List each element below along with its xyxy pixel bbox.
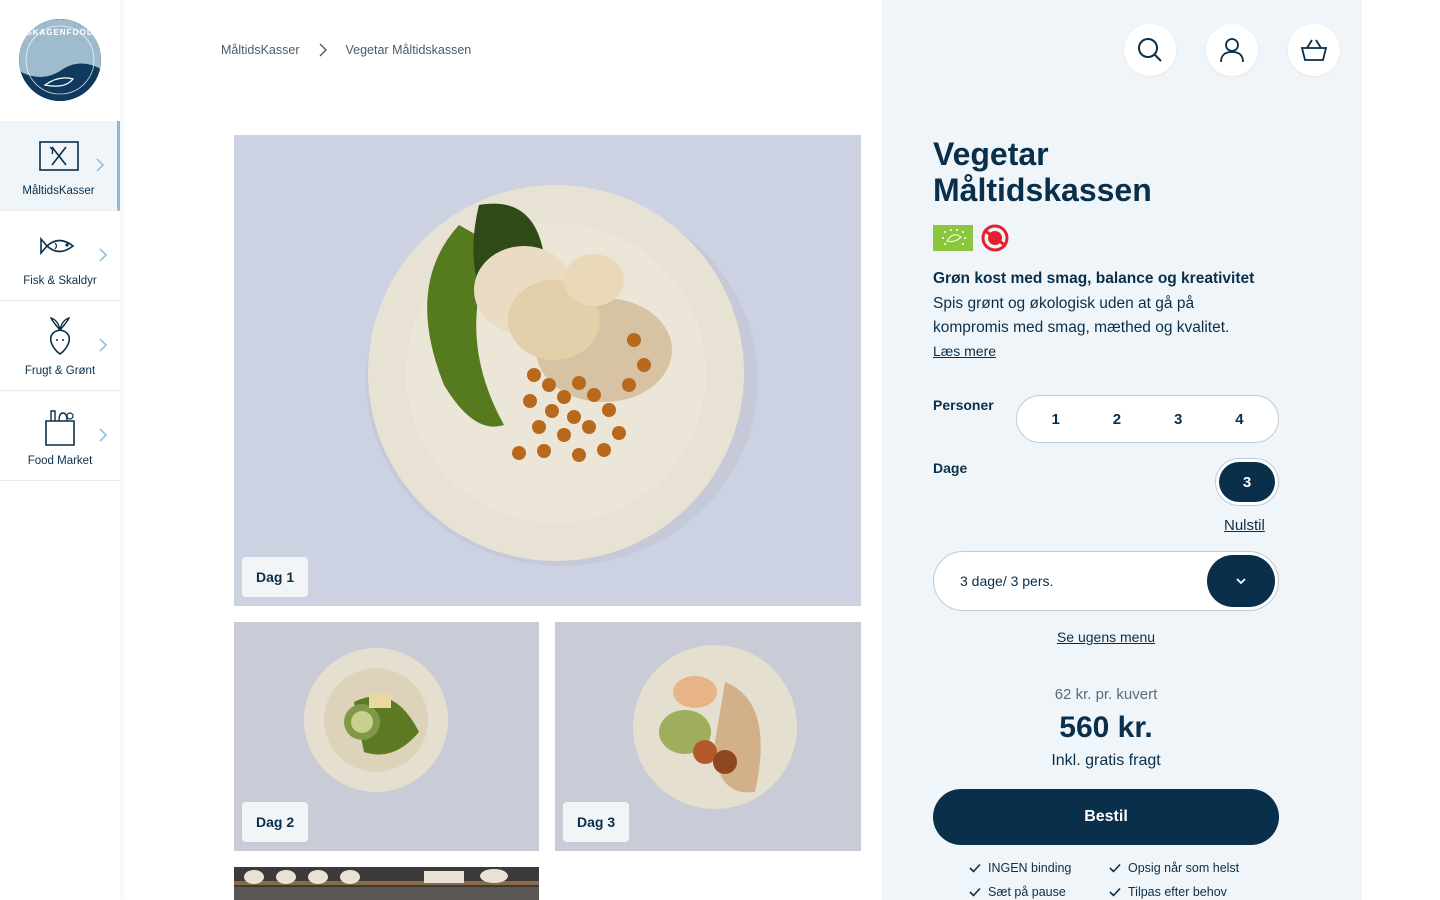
product-image-dag-2[interactable]: Dag 2 [234, 622, 539, 851]
perk-item: Sæt på pause [969, 885, 1109, 899]
product-image-dag-3[interactable]: Dag 3 [555, 622, 861, 851]
package-select-value: 3 dage/ 3 pers. [960, 573, 1054, 589]
product-tagline: Grøn kost med smag, balance og kreativit… [933, 270, 1255, 287]
read-more-link[interactable]: Læs mere [933, 343, 996, 359]
danish-organic-badge [981, 224, 1009, 252]
sidebar-item-label: Food Market [27, 455, 93, 467]
food-photo-day1 [234, 135, 861, 606]
checkmark-icon [969, 863, 981, 873]
perk-item: Opsig når som helst [1109, 861, 1259, 875]
order-button[interactable]: Bestil [933, 789, 1279, 845]
sidebar-item-fisk-skaldyr[interactable]: Fisk & Skaldyr [0, 211, 120, 301]
product-description: Spis grønt og økologisk uden at gå på ko… [933, 295, 1230, 336]
sidebar-item-maaltidskasser[interactable]: MåltidsKasser [0, 121, 120, 211]
chevron-right-icon [96, 158, 105, 172]
sidebar-item-label: Frugt & Grønt [24, 365, 96, 377]
checkmark-icon [1109, 887, 1121, 897]
persons-option-2[interactable]: 2 [1093, 411, 1141, 428]
basket-button[interactable] [1288, 24, 1340, 76]
checkmark-icon [969, 887, 981, 897]
kitchen-photo [234, 867, 539, 900]
days-selector: 3 [1215, 458, 1279, 506]
beetroot-icon [39, 315, 81, 357]
shipping-note: Inkl. gratis fragt [1051, 752, 1161, 769]
sidebar-item-label: Fisk & Skaldyr [23, 275, 97, 287]
skagenfood-logo[interactable]: SKAGENFOOD [19, 19, 101, 101]
total-price: 560 kr. [1059, 711, 1153, 744]
logo-graphic: SKAGENFOOD [19, 19, 101, 101]
chevron-right-icon [99, 428, 108, 442]
checkmark-icon [1109, 863, 1121, 873]
chevron-down-icon [1236, 578, 1246, 585]
sidebar: SKAGENFOOD MåltidsKasser Fisk & Skaldyr … [0, 0, 120, 900]
select-toggle-button[interactable] [1207, 555, 1275, 607]
account-button[interactable] [1206, 24, 1258, 76]
perk-label: Tilpas efter behov [1128, 885, 1227, 899]
price-per-cover: 62 kr. pr. kuvert [1054, 686, 1158, 703]
days-label: Dage [933, 460, 968, 476]
perk-item: Tilpas efter behov [1109, 885, 1259, 899]
reset-link[interactable]: Nulstil [1224, 517, 1265, 534]
image-label-dag-1: Dag 1 [242, 557, 309, 597]
grocery-bag-icon [39, 405, 81, 447]
persons-option-1[interactable]: 1 [1032, 411, 1080, 428]
user-icon [1220, 38, 1244, 63]
fish-icon [39, 225, 81, 267]
sidebar-nav: MåltidsKasser Fisk & Skaldyr Frugt & Grø… [0, 121, 120, 481]
chevron-right-icon [99, 248, 108, 262]
chevron-right-icon [99, 338, 108, 352]
eu-organic-badge [933, 225, 973, 251]
product-panel: Vegetar Måltidskassen Grøn kost med smag… [882, 0, 1362, 900]
persons-label: Personer [933, 397, 994, 413]
package-select[interactable]: 3 dage/ 3 pers. [933, 551, 1279, 611]
product-image-kitchen[interactable] [234, 867, 539, 900]
breadcrumb-link-maaltidskasser[interactable]: MåltidsKasser [221, 43, 300, 57]
weekly-menu-link[interactable]: Se ugens menu [933, 629, 1279, 645]
perk-label: INGEN binding [988, 861, 1072, 875]
chevron-right-icon [319, 43, 327, 57]
days-option-selected[interactable]: 3 [1219, 462, 1275, 502]
perk-label: Opsig når som helst [1128, 861, 1240, 875]
breadcrumb: MåltidsKasser Vegetar Måltidskassen [221, 43, 471, 57]
persons-option-3[interactable]: 3 [1154, 411, 1202, 428]
search-icon [1138, 38, 1162, 62]
header-actions [1124, 24, 1340, 76]
sidebar-item-label: MåltidsKasser [22, 185, 95, 197]
perk-item: INGEN binding [969, 861, 1109, 875]
search-button[interactable] [1124, 24, 1176, 76]
product-title: Vegetar Måltidskassen [933, 136, 1152, 208]
logo-lettering: SKAGENFOOD [26, 28, 93, 37]
persons-option-4[interactable]: 4 [1215, 411, 1263, 428]
image-label-dag-3: Dag 3 [563, 802, 630, 842]
basket-icon [1300, 39, 1328, 61]
persons-selector: 1 2 3 4 [1016, 395, 1279, 443]
product-image-main[interactable]: Dag 1 [234, 135, 861, 606]
perk-label: Sæt på pause [988, 885, 1066, 899]
sidebar-item-frugt-groent[interactable]: Frugt & Grønt [0, 301, 120, 391]
sidebar-item-food-market[interactable]: Food Market [0, 391, 120, 481]
perks-list: INGEN binding Opsig når som helst Sæt på… [969, 861, 1259, 899]
meal-box-icon [38, 135, 80, 177]
image-label-dag-2: Dag 2 [242, 802, 309, 842]
certification-badges [933, 224, 1009, 252]
breadcrumb-current: Vegetar Måltidskassen [345, 43, 472, 57]
